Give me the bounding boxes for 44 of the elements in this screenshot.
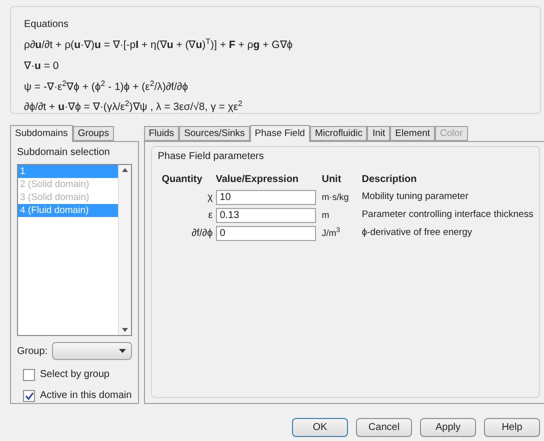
scroll-up-icon[interactable] <box>122 168 128 172</box>
field-label: Group: <box>17 344 48 358</box>
tab[interactable]: Microfluidic <box>310 126 368 141</box>
checkbox-label: Active in this domain <box>40 389 132 403</box>
dialog-button[interactable]: OK <box>292 418 348 437</box>
dialog-button[interactable]: Help <box>484 418 540 437</box>
description: ϕ-derivative of free energy <box>362 226 474 240</box>
dropdown-arrow-icon <box>118 349 126 353</box>
equation: ∂ϕ/∂t + u·∇ϕ = ∇·(γλ/ε$^{2}$)∇ψ , λ = 3εσ/√8, γ = χε$^{2}$ <box>24 100 244 116</box>
tab[interactable]: Phase Field <box>250 125 310 142</box>
description: Parameter controlling interface thickness <box>362 208 534 222</box>
unit-label: m·s/kg <box>322 190 350 204</box>
tab[interactable]: Init <box>367 126 390 141</box>
column-header: Unit <box>322 173 342 187</box>
quantity-symbol: ε <box>208 209 214 223</box>
panel-title: Equations <box>24 18 68 32</box>
value-field[interactable]: 10 <box>216 190 316 205</box>
equation: ρ∂u/∂t + ρ(u·∇)u = ∇·[-pI + η(∇u + (∇u)$^{T}$)] + F + ρg + G∇ϕ <box>24 38 294 53</box>
scrollbar[interactable] <box>118 165 131 335</box>
value-field[interactable]: 0.13 <box>216 208 316 223</box>
quantity-symbol: χ <box>207 191 214 205</box>
scroll-down-icon[interactable] <box>122 328 128 332</box>
tab[interactable]: Groups <box>72 126 114 141</box>
tab[interactable]: Fluids <box>144 126 180 141</box>
dialog-button[interactable]: Apply <box>420 418 476 437</box>
column-header: Quantity <box>162 173 204 187</box>
description: Mobility tuning parameter <box>362 190 470 204</box>
unit-label: m <box>322 208 330 222</box>
checkbox[interactable] <box>23 390 35 402</box>
quantity-symbol: ∂f/∂ϕ <box>192 227 214 241</box>
column-header: Value/Expression <box>216 173 300 187</box>
column-header: Description <box>362 173 418 187</box>
tab[interactable]: Element <box>390 126 436 141</box>
value-field[interactable]: 0 <box>216 226 316 241</box>
dialog-button[interactable]: Cancel <box>356 418 412 437</box>
equation: ∇·u = 0 <box>24 58 60 74</box>
checkbox[interactable] <box>23 368 35 380</box>
tab[interactable]: Subdomains <box>10 125 73 142</box>
group-title: Phase Field parameters <box>158 150 265 164</box>
group-title: Subdomain selection <box>17 146 111 160</box>
equation: ψ = -∇·ε$^{2}$∇ϕ + (ϕ$^{2}$ - 1)ϕ + (ε$^{2}$/λ)∂f/∂ϕ <box>24 80 189 94</box>
unit-label: J/m$^{3}$ <box>322 226 341 240</box>
checkbox-label: Select by group <box>40 368 110 382</box>
tab[interactable]: Sources/Sinks <box>179 126 250 141</box>
